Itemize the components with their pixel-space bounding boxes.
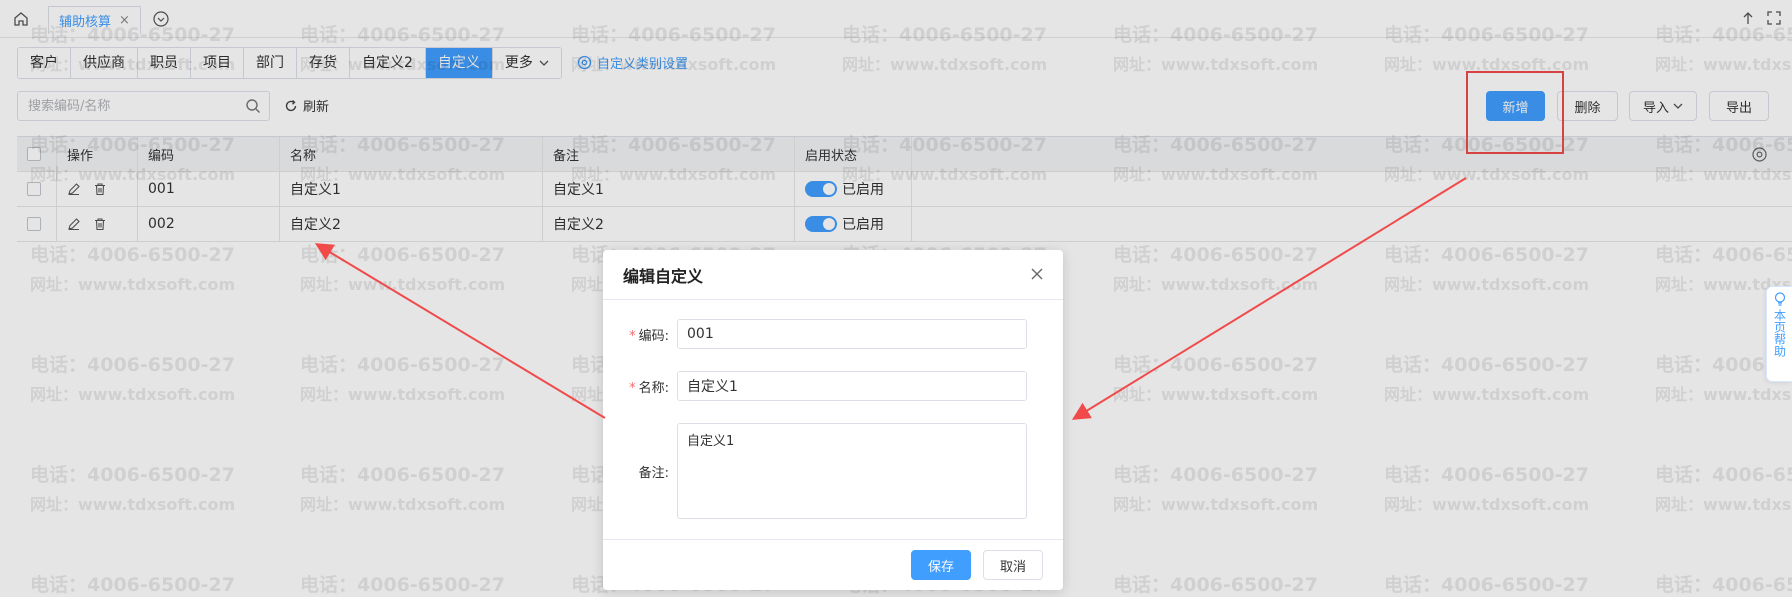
required-mark: *	[629, 328, 636, 344]
required-mark: *	[629, 380, 636, 396]
form-row-note: 备注: 自定义1	[603, 423, 1063, 519]
dialog-title: 编辑自定义	[623, 266, 704, 286]
edit-custom-dialog: 编辑自定义 *编码: *名称: 备注: 自定义1 保存 取消	[603, 250, 1063, 590]
name-label: * 名称:	[603, 377, 677, 396]
dialog-header: 编辑自定义	[603, 250, 1063, 300]
name-label-text: 名称:	[638, 380, 669, 396]
name-field[interactable]	[677, 371, 1027, 401]
code-field[interactable]	[677, 319, 1027, 349]
form-row-name: * 名称:	[603, 371, 1063, 401]
help-tab-label: 本页帮助	[1772, 309, 1787, 357]
code-label: * 编码:	[603, 325, 677, 344]
note-label: 备注:	[638, 465, 669, 481]
dialog-footer: 保存 取消	[603, 539, 1063, 590]
code-label-text: 编码:	[638, 328, 669, 344]
lightbulb-icon	[1774, 292, 1785, 306]
form-row-code: * 编码:	[603, 319, 1063, 349]
page-help-tab[interactable]: 本页帮助	[1766, 286, 1792, 382]
close-icon[interactable]	[1029, 266, 1045, 282]
cancel-button[interactable]: 取消	[983, 550, 1043, 580]
note-field[interactable]: 自定义1	[677, 423, 1027, 519]
save-button[interactable]: 保存	[911, 550, 971, 580]
